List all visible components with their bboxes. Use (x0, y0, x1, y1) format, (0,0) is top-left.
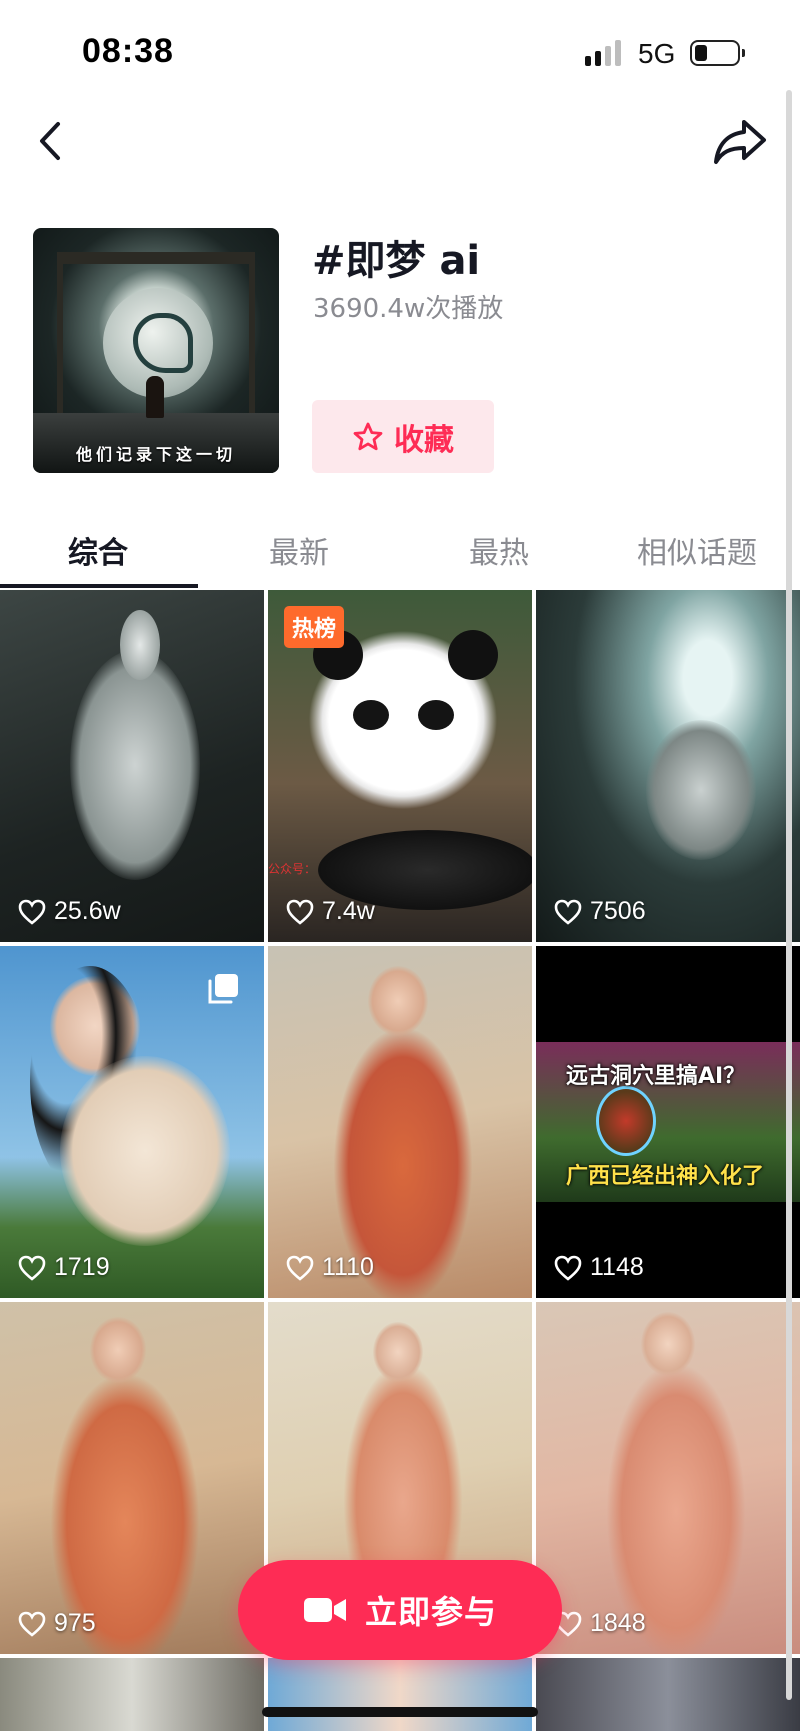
share-icon (714, 120, 766, 164)
like-count: 1110 (286, 1253, 374, 1282)
thumb-subtitle: 广西已经出神入化了 (566, 1164, 765, 1189)
home-indicator[interactable] (262, 1707, 538, 1717)
video-card[interactable] (0, 1658, 264, 1731)
back-button[interactable] (30, 118, 76, 164)
status-time: 08:38 (82, 32, 174, 70)
video-camera-icon (303, 1598, 346, 1622)
heart-icon (286, 1255, 314, 1281)
watermark-text: 公众号： (268, 862, 317, 876)
active-tab-indicator (0, 584, 198, 588)
tab-hottest[interactable]: 最热 (469, 528, 529, 572)
video-card[interactable]: 1110 (268, 946, 532, 1298)
video-card[interactable] (268, 1658, 532, 1731)
play-count: 3690.4w次播放 (313, 294, 504, 324)
status-bar: 08:38 5G (0, 0, 800, 100)
like-count: 7506 (554, 897, 646, 926)
thumb-title: 远古洞穴里搞AI？ (566, 1064, 746, 1089)
topic-cover-image[interactable]: 他们记录下这一切 (33, 228, 279, 473)
chevron-left-icon (40, 122, 60, 160)
heart-icon (554, 899, 582, 925)
video-card[interactable]: 975 (0, 1302, 264, 1654)
video-card[interactable]: 1848 (536, 1302, 800, 1654)
like-count: 1848 (554, 1609, 646, 1638)
favorite-button[interactable]: 收藏 (312, 400, 494, 473)
video-card[interactable]: 1719 (0, 946, 264, 1298)
share-button[interactable] (712, 114, 768, 166)
tab-latest[interactable]: 最新 (269, 528, 329, 572)
heart-icon (18, 1255, 46, 1281)
video-card[interactable]: 25.6w (0, 590, 264, 942)
video-card[interactable]: 7506 (536, 590, 800, 942)
topic-title: #即梦 ai (312, 238, 481, 284)
tab-comprehensive[interactable]: 综合 (68, 528, 128, 572)
network-type: 5G (638, 38, 676, 69)
participate-button[interactable]: 立即参与 (238, 1560, 562, 1660)
heart-icon (18, 1611, 46, 1637)
heart-icon (286, 899, 314, 925)
tab-similar-topics[interactable]: 相似话题 (637, 528, 757, 572)
heart-icon (554, 1255, 582, 1281)
heart-icon (18, 899, 46, 925)
battery-icon (690, 40, 745, 66)
video-card[interactable]: 公众号： 热榜 7.4w (268, 590, 532, 942)
like-count: 975 (18, 1609, 96, 1638)
like-count: 1719 (18, 1253, 110, 1282)
video-card[interactable]: 远古洞穴里搞AI？ 广西已经出神入化了 1148 (536, 946, 800, 1298)
participate-label: 立即参与 (364, 1593, 497, 1631)
like-count: 7.4w (286, 897, 375, 926)
multi-image-icon (206, 972, 240, 1006)
tab-bar: 综合 最新 最热 相似话题 (0, 520, 800, 588)
star-icon (353, 422, 383, 450)
like-count: 25.6w (18, 897, 121, 926)
scrollbar[interactable] (786, 90, 792, 1700)
video-card[interactable] (536, 1658, 800, 1731)
signal-icon (585, 40, 625, 66)
favorite-label: 收藏 (394, 422, 454, 458)
cover-caption: 他们记录下这一切 (75, 445, 236, 464)
like-count: 1148 (554, 1253, 644, 1282)
hot-badge: 热榜 (284, 606, 345, 648)
